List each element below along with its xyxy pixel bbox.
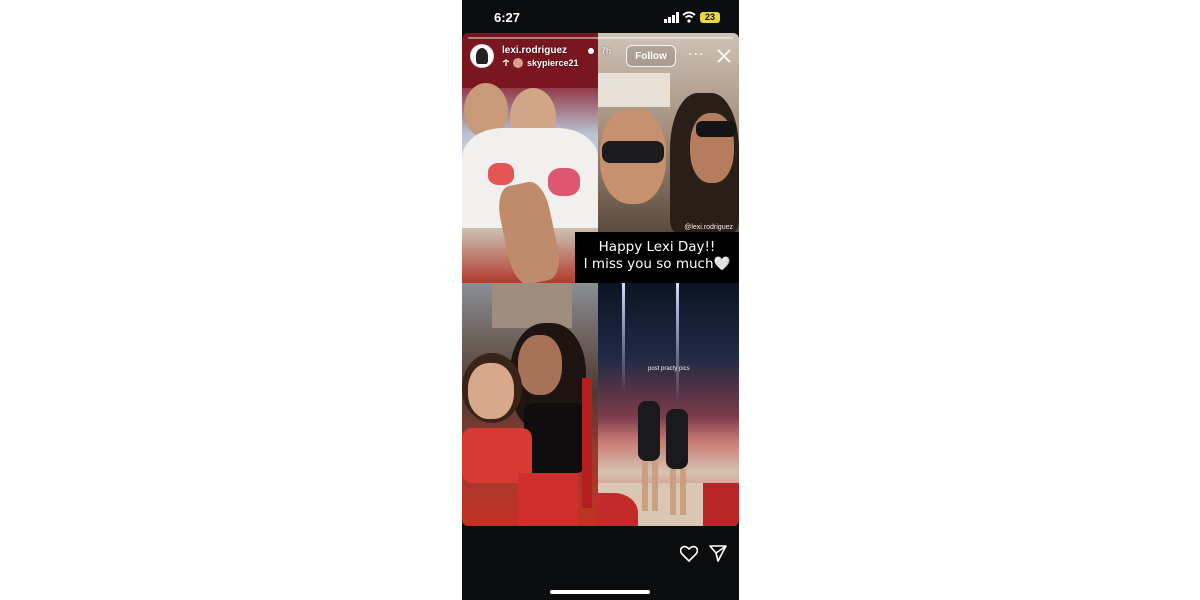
photo-arena-court: post practy pics [598,283,739,526]
caption-line-2: I miss you so much🤍 [583,256,731,272]
story-username[interactable]: lexi.rodriguez [502,45,567,56]
battery-level: 23 [700,12,720,23]
cellular-signal-icon [664,12,679,23]
caption-line-1: Happy Lexi Day!! [598,239,716,255]
status-time: 6:27 [494,10,521,25]
status-bar: 6:27 23 [462,0,739,34]
home-indicator [550,590,650,594]
follow-button[interactable]: Follow [626,45,676,67]
close-icon[interactable] [716,48,732,64]
more-options-icon[interactable]: ··· [688,47,704,63]
phone-screen: 6:27 23 @lexi.rodriguez Happy Lexi Day!!… [462,0,739,600]
arena-sign-text: post practy pics [648,366,690,372]
heart-icon[interactable] [680,545,698,562]
reshare-icon [502,59,510,66]
reshared-username[interactable]: skypierce21 [527,58,579,68]
story-viewer[interactable]: @lexi.rodriguez Happy Lexi Day!! I miss … [462,33,739,526]
story-timestamp: 7h [601,46,612,56]
wifi-icon [682,11,696,23]
reshare-avatar[interactable] [513,58,523,68]
verified-dot-icon [588,48,594,54]
story-caption: Happy Lexi Day!! I miss you so much🤍 [575,232,739,283]
send-icon[interactable] [709,545,727,562]
avatar[interactable] [470,44,494,68]
photo-gameday-friends [462,283,598,526]
story-progress-bar [468,37,733,39]
photo-mention-tag: @lexi.rodriguez [684,224,733,231]
